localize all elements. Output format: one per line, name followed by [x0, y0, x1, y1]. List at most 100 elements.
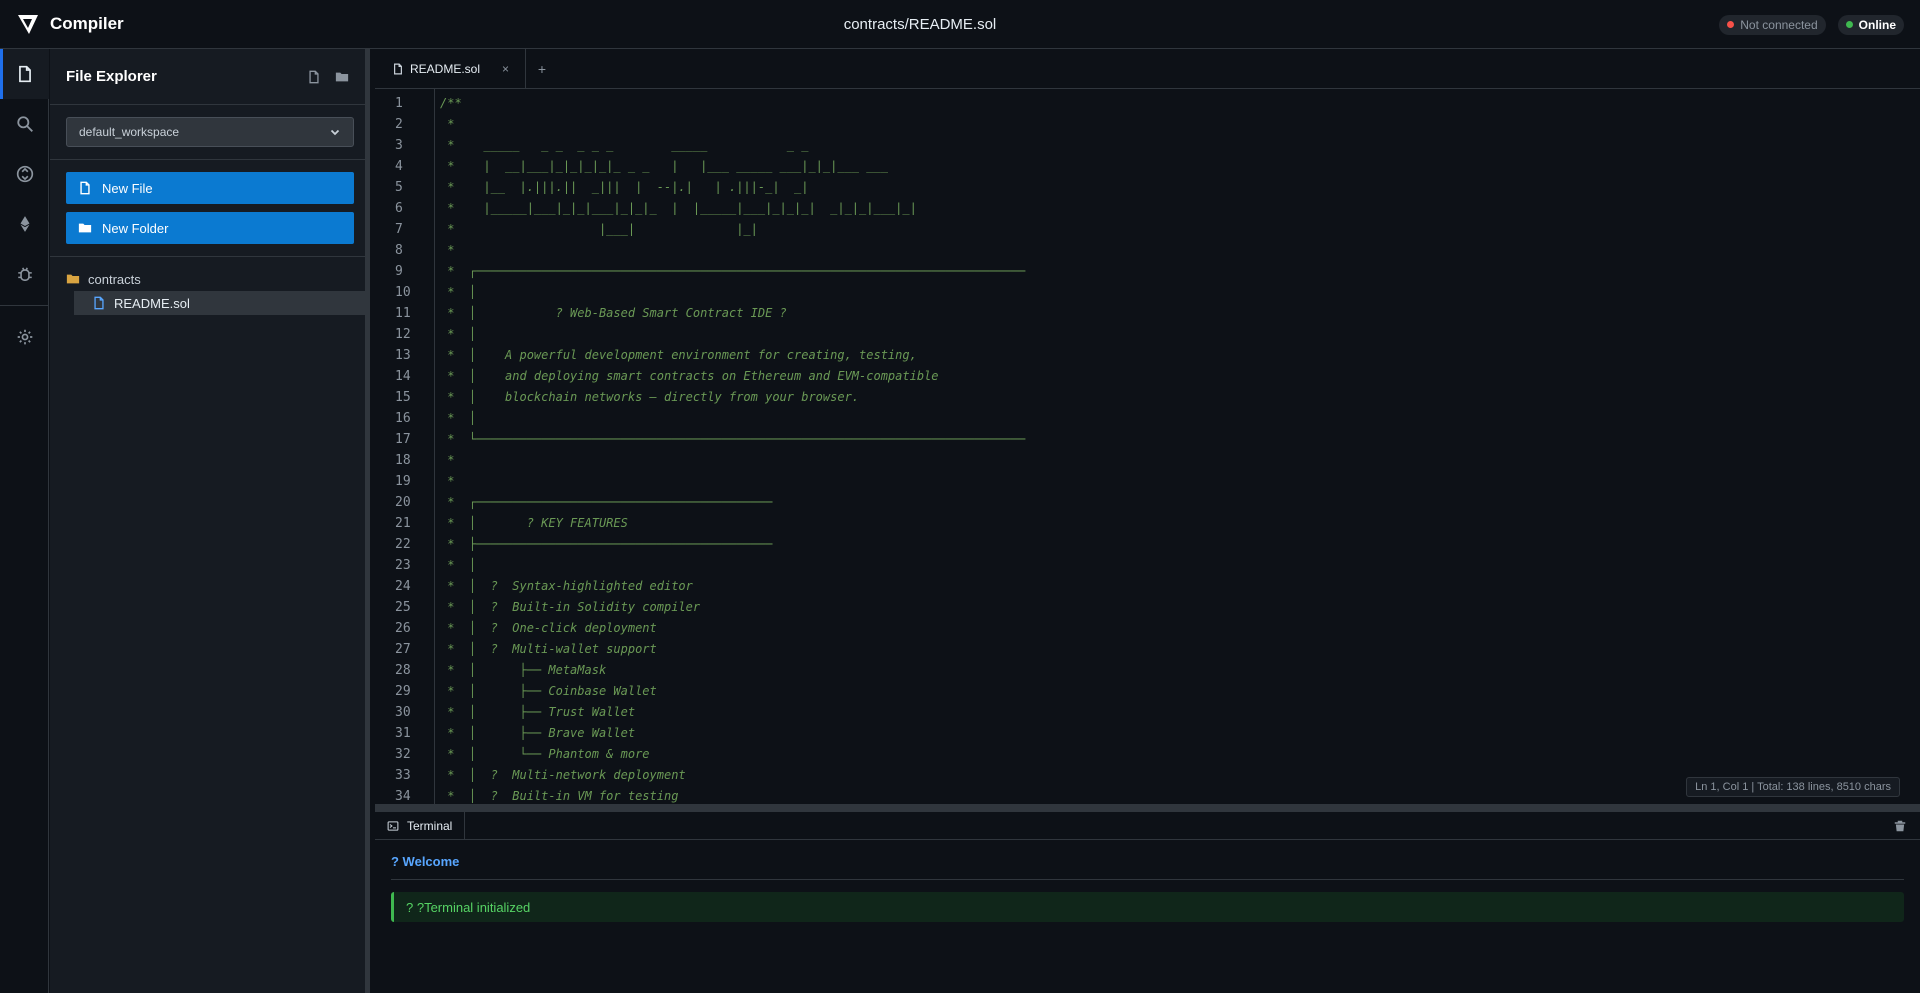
terminal-log-line: ? ?Terminal initialized — [391, 892, 1904, 922]
line-number: 25 — [395, 600, 411, 615]
activity-settings[interactable] — [0, 312, 49, 362]
line-number: 23 — [395, 558, 411, 573]
editor-area: README.sol × + 1 2 3 4 5 6 7 8 9 10 11 12 13 14 15 16 17… — [375, 49, 1920, 804]
code-line: * │ — [440, 411, 477, 425]
create-buttons: New File New Folder — [50, 160, 365, 257]
line-number: 21 — [395, 516, 411, 531]
line-number: 13 — [395, 348, 411, 363]
file-tree: contracts README.sol — [50, 257, 365, 315]
code-line: * | __|___|_|_|_|_|_ _ _ | |___ _____ __… — [440, 159, 888, 173]
compiler-logo-icon — [18, 15, 38, 34]
status-area: Not connected Online — [1719, 0, 1904, 49]
activity-bar — [0, 49, 49, 993]
code-line: * |___| |_| — [440, 222, 758, 236]
trash-icon[interactable] — [1894, 819, 1906, 837]
line-number: 19 — [395, 474, 411, 489]
code-line: * _____ _ _ _ _ _ _____ _ _ — [440, 138, 809, 152]
terminal-icon — [387, 820, 399, 831]
code-lines: /** * * _____ _ _ _ _ _ _____ _ _ * | __… — [435, 89, 1025, 804]
line-number: 16 — [395, 411, 411, 426]
code-line: * |_____|___|_|_|___|_|_|_ | |_____|___|… — [440, 201, 917, 215]
code-line: * │ A powerful development environment f… — [440, 348, 917, 362]
activity-compiler[interactable] — [0, 149, 49, 199]
activity-files[interactable] — [0, 49, 49, 99]
tree-file-label: README.sol — [114, 295, 190, 311]
line-number: 18 — [395, 453, 411, 468]
top-bar: Compiler contracts/README.sol Not connec… — [0, 0, 1920, 49]
search-icon — [16, 116, 33, 132]
line-number: 7 — [395, 222, 403, 237]
line-number: 6 — [395, 201, 403, 216]
line-number: 29 — [395, 684, 411, 699]
activity-search[interactable] — [0, 99, 49, 149]
ethereum-icon — [20, 216, 29, 232]
code-line: * ┌─────────────────────────────────────… — [440, 264, 1026, 278]
code-line: * ├─────────────────────────────────────… — [440, 537, 773, 551]
line-number: 24 — [395, 579, 411, 594]
add-tab-button[interactable]: + — [526, 49, 558, 88]
terminal-panel: Terminal ? Welcome ? ?Terminal initializ… — [375, 811, 1920, 993]
code-line: * │ — [440, 327, 477, 341]
tree-folder-contracts[interactable]: contracts — [50, 267, 365, 291]
code-line: * │ ├── MetaMask — [440, 663, 607, 677]
bug-icon — [17, 267, 32, 281]
line-number: 8 — [395, 243, 403, 258]
folder-icon — [66, 274, 80, 284]
code-line: /** — [440, 96, 462, 110]
code-line: * │ ? Built-in VM for testing — [440, 789, 679, 803]
new-file-label: New File — [102, 180, 153, 196]
cursor-status: Ln 1, Col 1 | Total: 138 lines, 8510 cha… — [1686, 777, 1900, 797]
line-number: 14 — [395, 369, 411, 384]
tree-file-readme[interactable]: README.sol — [74, 291, 365, 315]
new-folder-icon[interactable] — [335, 70, 349, 84]
terminal-welcome: ? Welcome — [391, 854, 1904, 880]
code-line: * — [440, 453, 455, 467]
tab-readme[interactable]: README.sol × — [375, 49, 526, 88]
line-number: 15 — [395, 390, 411, 405]
line-number: 11 — [395, 306, 411, 321]
code-line: * — [440, 474, 455, 488]
code-line: * |__ |.|||.|| _||| | --|.| | .|||-_| _| — [440, 180, 809, 194]
line-number: 10 — [395, 285, 411, 300]
tab-terminal[interactable]: Terminal — [375, 811, 466, 840]
line-number: 26 — [395, 621, 411, 636]
close-icon[interactable]: × — [502, 62, 509, 76]
workspace-select[interactable]: default_workspace — [66, 117, 354, 147]
file-icon — [18, 65, 31, 83]
line-number: 27 — [395, 642, 411, 657]
terminal-tab-label: Terminal — [407, 818, 453, 833]
code-line: * │ ? Multi-network deployment — [440, 768, 686, 782]
workspace-select-value: default_workspace — [79, 125, 180, 139]
connection-status-text: Not connected — [1740, 17, 1818, 32]
line-number-gutter: 1 2 3 4 5 6 7 8 9 10 11 12 13 14 15 16 17 18 19 20 21 22 23 24 2… — [375, 89, 435, 804]
line-number: 4 — [395, 159, 403, 174]
editor-tab-bar: README.sol × + — [375, 49, 1920, 89]
chevron-down-icon — [330, 129, 340, 136]
tab-label: README.sol — [410, 61, 481, 76]
connection-status-badge[interactable]: Not connected — [1719, 14, 1826, 35]
code-line: * — [440, 243, 455, 257]
file-explorer-actions — [307, 70, 349, 84]
panel-resize-handle[interactable] — [375, 804, 1920, 812]
online-status-text: Online — [1858, 17, 1896, 32]
new-file-button[interactable]: New File — [66, 172, 354, 204]
code-line: * │ — [440, 558, 477, 572]
new-file-icon[interactable] — [307, 70, 321, 84]
file-icon — [80, 181, 90, 195]
code-line: * │ and deploying smart contracts on Eth… — [440, 369, 939, 383]
code-line: * │ ├── Coinbase Wallet — [440, 684, 657, 698]
code-line: * │ ? Multi-wallet support — [440, 642, 657, 656]
new-folder-button[interactable]: New Folder — [66, 212, 354, 244]
compiler-icon — [16, 165, 33, 183]
file-icon — [394, 63, 402, 74]
line-number: 1 — [395, 96, 403, 111]
online-status-badge: Online — [1837, 14, 1904, 35]
terminal-tab-bar: Terminal — [375, 811, 1920, 840]
activity-debugger[interactable] — [0, 249, 49, 299]
code-line: * │ └── Phantom & more — [440, 747, 650, 761]
activity-deploy[interactable] — [0, 199, 49, 249]
code-line: * — [440, 117, 455, 131]
line-number: 9 — [395, 264, 403, 279]
code-editor[interactable]: 1 2 3 4 5 6 7 8 9 10 11 12 13 14 15 16 17 18 19 20 21 22 23 24 2… — [375, 89, 1920, 804]
status-dot-icon — [1845, 21, 1853, 28]
